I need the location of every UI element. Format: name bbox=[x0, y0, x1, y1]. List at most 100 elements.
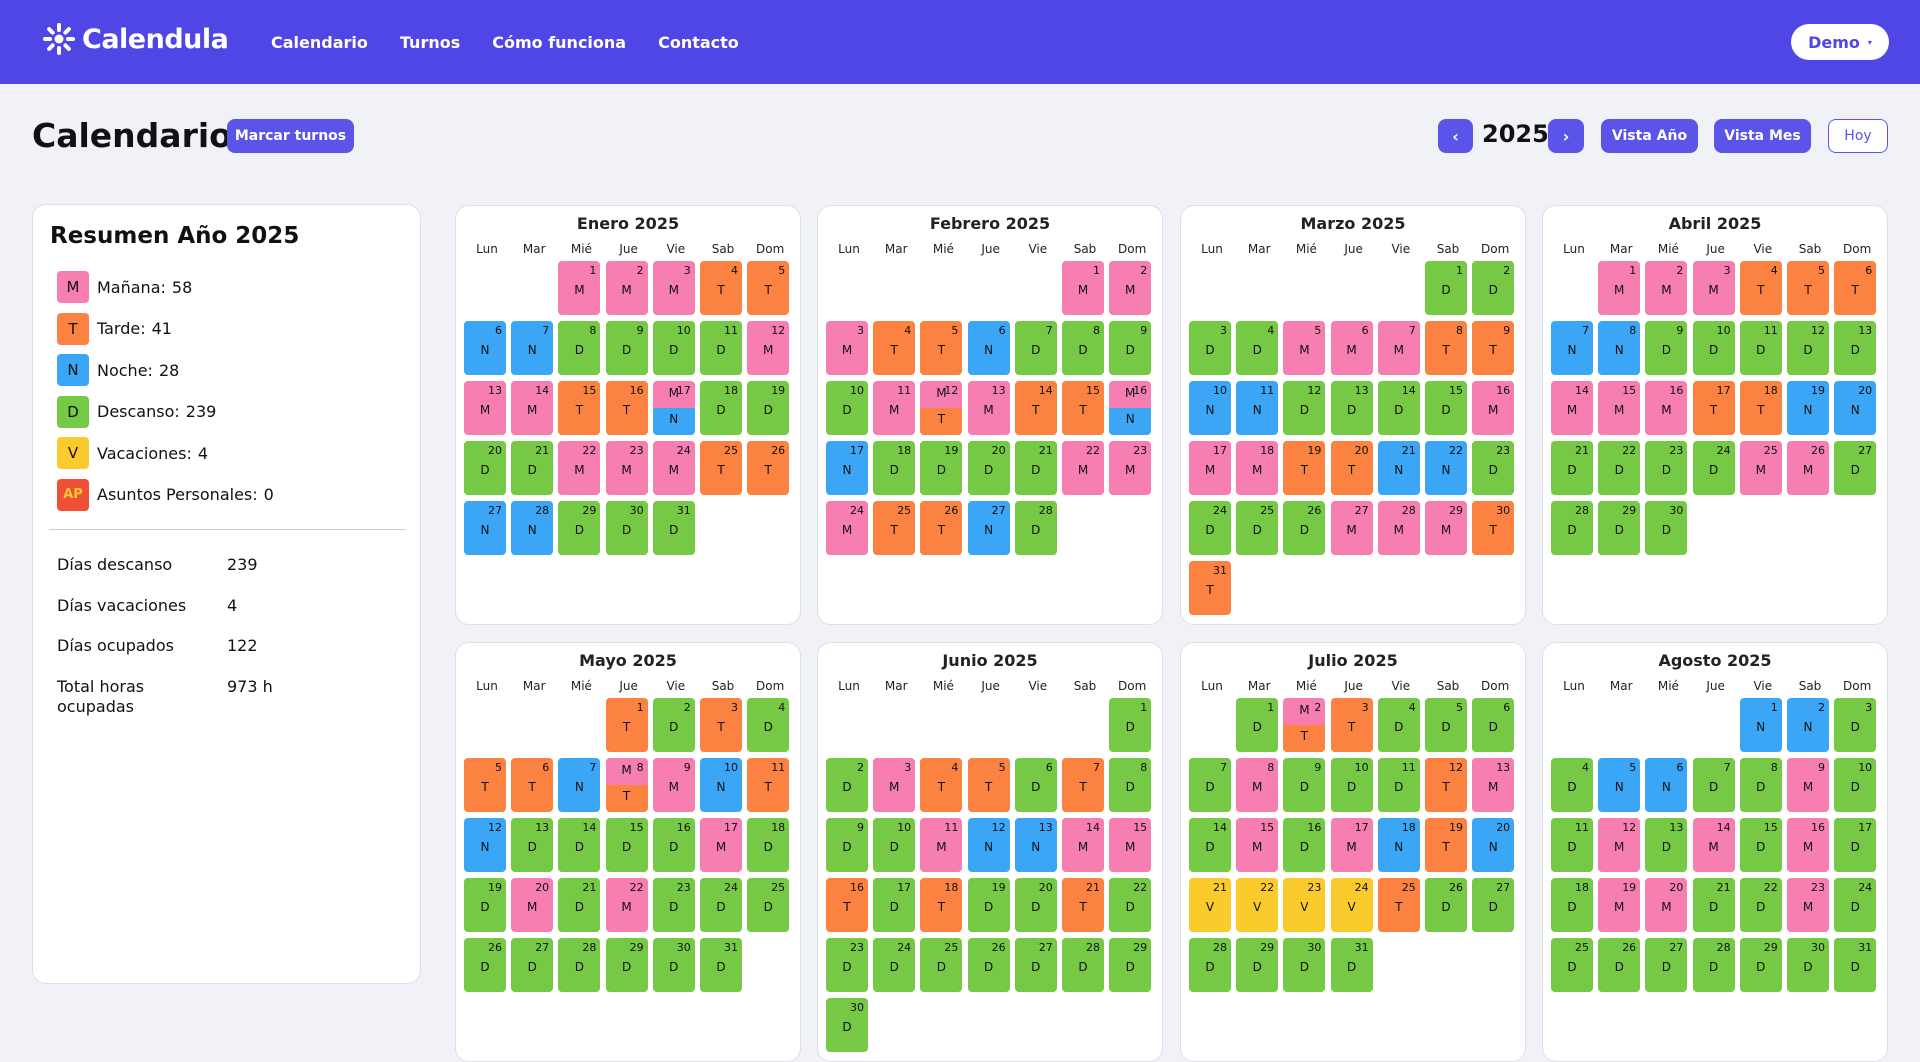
day-cell[interactable]: M 16 bbox=[1787, 818, 1829, 872]
day-cell[interactable]: M 14 bbox=[1551, 381, 1593, 435]
day-cell[interactable]: M T 12 bbox=[920, 381, 963, 435]
day-cell[interactable]: D7 bbox=[1014, 321, 1057, 375]
day-cell[interactable]: D 20 bbox=[1014, 878, 1057, 932]
day-cell[interactable]: M 19 bbox=[1598, 878, 1641, 932]
day-cell[interactable]: T 30 bbox=[1472, 501, 1515, 555]
day-cell[interactable]: D 30 bbox=[1645, 501, 1688, 555]
day-cell[interactable]: D8 bbox=[1062, 321, 1104, 375]
day-cell[interactable]: M 11 bbox=[920, 818, 963, 872]
user-menu-button[interactable]: Demo ▾ bbox=[1791, 24, 1889, 60]
day-cell[interactable]: N 12 bbox=[967, 818, 1010, 872]
day-cell[interactable]: D 25 bbox=[1236, 501, 1279, 555]
day-cell[interactable]: N7 bbox=[1551, 321, 1593, 375]
day-cell[interactable]: N 17 bbox=[826, 441, 868, 495]
day-cell[interactable]: M 20 bbox=[1645, 878, 1688, 932]
day-cell[interactable]: T 26 bbox=[747, 441, 790, 495]
day-cell[interactable]: D8 bbox=[1109, 758, 1152, 812]
day-cell[interactable]: N 20 bbox=[1834, 381, 1877, 435]
day-cell[interactable]: T 25 bbox=[1377, 878, 1420, 932]
day-cell[interactable]: M8 bbox=[1236, 758, 1279, 812]
day-cell[interactable]: M 14 bbox=[1692, 818, 1735, 872]
day-cell[interactable]: T 31 bbox=[1189, 561, 1231, 615]
day-cell[interactable]: T5 bbox=[920, 321, 963, 375]
day-cell[interactable]: D 22 bbox=[1598, 441, 1641, 495]
day-cell[interactable]: D 16 bbox=[652, 818, 695, 872]
day-cell[interactable]: D 30 bbox=[1787, 938, 1829, 992]
day-cell[interactable]: D7 bbox=[1692, 758, 1735, 812]
view-month-button[interactable]: Vista Mes bbox=[1714, 119, 1811, 153]
day-cell[interactable]: D 30 bbox=[652, 938, 695, 992]
day-cell[interactable]: D 31 bbox=[700, 938, 742, 992]
day-cell[interactable]: T5 bbox=[464, 758, 506, 812]
day-cell[interactable]: M 16 bbox=[1645, 381, 1688, 435]
day-cell[interactable]: D 13 bbox=[1645, 818, 1688, 872]
day-cell[interactable]: D 11 bbox=[1551, 818, 1593, 872]
day-cell[interactable]: N 21 bbox=[1377, 441, 1420, 495]
day-cell[interactable]: D3 bbox=[1189, 321, 1231, 375]
day-cell[interactable]: T3 bbox=[700, 698, 742, 752]
day-cell[interactable]: D 11 bbox=[700, 321, 742, 375]
day-cell[interactable]: D 12 bbox=[1787, 321, 1829, 375]
day-cell[interactable]: M3 bbox=[652, 261, 695, 315]
day-cell[interactable]: T6 bbox=[1834, 261, 1877, 315]
day-cell[interactable]: T 15 bbox=[558, 381, 601, 435]
day-cell[interactable]: D 18 bbox=[700, 381, 742, 435]
day-cell[interactable]: D 28 bbox=[1189, 938, 1231, 992]
day-cell[interactable]: D 14 bbox=[1377, 381, 1420, 435]
day-cell[interactable]: N7 bbox=[511, 321, 554, 375]
day-cell[interactable]: N 22 bbox=[1425, 441, 1467, 495]
day-cell[interactable]: D 28 bbox=[1551, 501, 1593, 555]
day-cell[interactable]: D5 bbox=[1425, 698, 1467, 752]
day-cell[interactable]: D 19 bbox=[967, 878, 1010, 932]
day-cell[interactable]: D 13 bbox=[511, 818, 554, 872]
day-cell[interactable]: T8 bbox=[1425, 321, 1467, 375]
day-cell[interactable]: D 25 bbox=[747, 878, 790, 932]
nav-link-calendario[interactable]: Calendario bbox=[271, 33, 368, 52]
day-cell[interactable]: D 21 bbox=[1551, 441, 1593, 495]
day-cell[interactable]: V 21 bbox=[1189, 878, 1231, 932]
day-cell[interactable]: M 15 bbox=[1109, 818, 1152, 872]
day-cell[interactable]: D 10 bbox=[1330, 758, 1373, 812]
day-cell[interactable]: D 27 bbox=[1645, 938, 1688, 992]
day-cell[interactable]: T5 bbox=[747, 261, 790, 315]
day-cell[interactable]: D 17 bbox=[1834, 818, 1877, 872]
day-cell[interactable]: D 28 bbox=[1062, 938, 1104, 992]
day-cell[interactable]: D 18 bbox=[747, 818, 790, 872]
day-cell[interactable]: T 11 bbox=[747, 758, 790, 812]
day-cell[interactable]: N 10 bbox=[1189, 381, 1231, 435]
view-year-button[interactable]: Vista Año bbox=[1601, 119, 1698, 153]
day-cell[interactable]: N 19 bbox=[1787, 381, 1829, 435]
day-cell[interactable]: D 25 bbox=[920, 938, 963, 992]
day-cell[interactable]: D 28 bbox=[1692, 938, 1735, 992]
day-cell[interactable]: D 20 bbox=[464, 441, 506, 495]
day-cell[interactable]: N 11 bbox=[1236, 381, 1279, 435]
day-cell[interactable]: T4 bbox=[700, 261, 742, 315]
day-cell[interactable]: M1 bbox=[1598, 261, 1641, 315]
day-cell[interactable]: M 26 bbox=[1787, 441, 1829, 495]
day-cell[interactable]: D 21 bbox=[558, 878, 601, 932]
day-cell[interactable]: M 23 bbox=[605, 441, 648, 495]
day-cell[interactable]: D 29 bbox=[605, 938, 648, 992]
day-cell[interactable]: D4 bbox=[747, 698, 790, 752]
day-cell[interactable]: M 12 bbox=[747, 321, 790, 375]
day-cell[interactable]: D 16 bbox=[1283, 818, 1326, 872]
day-cell[interactable]: T9 bbox=[1472, 321, 1515, 375]
day-cell[interactable]: D4 bbox=[1377, 698, 1420, 752]
day-cell[interactable]: D 30 bbox=[826, 998, 868, 1052]
day-cell[interactable]: N 27 bbox=[464, 501, 506, 555]
day-cell[interactable]: D 25 bbox=[1551, 938, 1593, 992]
day-cell[interactable]: M 12 bbox=[1598, 818, 1641, 872]
day-cell[interactable]: T5 bbox=[967, 758, 1010, 812]
day-cell[interactable]: M 15 bbox=[1236, 818, 1279, 872]
day-cell[interactable]: M6 bbox=[1330, 321, 1373, 375]
day-cell[interactable]: D7 bbox=[1189, 758, 1231, 812]
day-cell[interactable]: T 17 bbox=[1692, 381, 1735, 435]
day-cell[interactable]: M 18 bbox=[1236, 441, 1279, 495]
day-cell[interactable]: D 23 bbox=[1472, 441, 1515, 495]
day-cell[interactable]: D 29 bbox=[1598, 501, 1641, 555]
day-cell[interactable]: N7 bbox=[558, 758, 601, 812]
day-cell[interactable]: D 19 bbox=[920, 441, 963, 495]
next-year-button[interactable]: › bbox=[1548, 119, 1584, 153]
day-cell[interactable]: D 21 bbox=[1692, 878, 1735, 932]
day-cell[interactable]: D 13 bbox=[1834, 321, 1877, 375]
